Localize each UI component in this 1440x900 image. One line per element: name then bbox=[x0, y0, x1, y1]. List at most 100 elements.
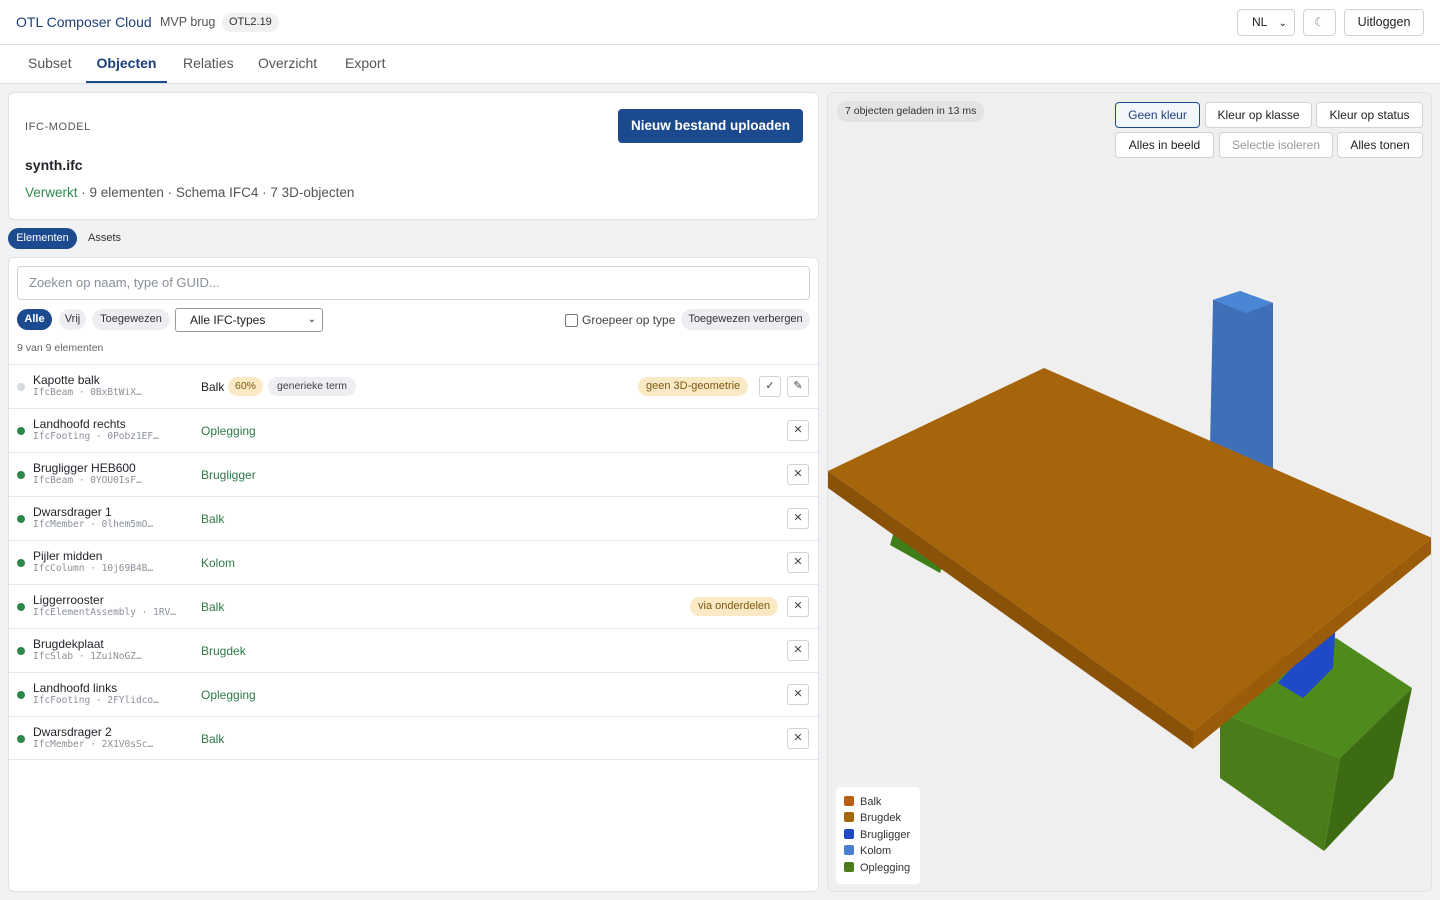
theme-toggle-button[interactable]: ☾ bbox=[1303, 9, 1336, 36]
ifc-type-select[interactable]: Alle IFC-types ⌄ bbox=[175, 308, 323, 332]
close-icon: ✕ bbox=[793, 688, 803, 700]
tab-export[interactable]: Export bbox=[345, 45, 385, 83]
legend-item-brugdek: Brugdek bbox=[844, 812, 901, 824]
processing-status: Verwerkt bbox=[25, 185, 78, 200]
remove-button[interactable]: ✕ bbox=[787, 508, 809, 529]
close-icon: ✕ bbox=[793, 512, 803, 524]
edit-button[interactable]: ✎ bbox=[787, 376, 809, 397]
element-name: Pijler midden bbox=[33, 549, 103, 563]
table-row[interactable]: Kapotte balk IfcBeam · 0BxBtWiX… Balk 60… bbox=[9, 364, 818, 408]
no-color-button[interactable]: Geen kleur bbox=[1115, 102, 1200, 128]
language-value: NL bbox=[1252, 15, 1268, 29]
element-name: Landhoofd links bbox=[33, 681, 118, 695]
search-input[interactable]: Zoeken op naam, type of GUID... bbox=[17, 266, 810, 300]
status-dot bbox=[17, 559, 25, 567]
legend-swatch bbox=[844, 862, 854, 872]
result-count: 9 van 9 elementen bbox=[17, 342, 104, 354]
remove-button[interactable]: ✕ bbox=[787, 420, 809, 441]
load-stats-badge: 7 objecten geladen in 13 ms bbox=[837, 101, 985, 122]
elements-list-card: Zoeken op naam, type of GUID... Alle Vri… bbox=[8, 257, 819, 892]
filter-assigned[interactable]: Toegewezen bbox=[92, 309, 170, 330]
chevron-down-icon: ⌄ bbox=[1278, 18, 1287, 29]
app-brand[interactable]: OTL Composer Cloud bbox=[16, 14, 152, 30]
legend-swatch bbox=[844, 829, 854, 839]
remove-button[interactable]: ✕ bbox=[787, 596, 809, 617]
table-row[interactable]: Brugdekplaat IfcSlab · 1ZuiNoGZ… Brugdek… bbox=[9, 628, 818, 672]
table-row[interactable]: Dwarsdrager 1 IfcMember · 0lhem5mO… Balk… bbox=[9, 496, 818, 540]
isolate-selection-button[interactable]: Selectie isoleren bbox=[1219, 132, 1333, 158]
element-type-guid: IfcMember · 2X1V0sSc… bbox=[33, 739, 154, 750]
main-tabs: Subset Objecten Relaties Overzicht Expor… bbox=[0, 45, 1440, 84]
pencil-icon: ✎ bbox=[793, 380, 803, 392]
status-dot bbox=[17, 383, 25, 391]
tab-relaties[interactable]: Relaties bbox=[183, 45, 234, 83]
fit-all-button[interactable]: Alles in beeld bbox=[1115, 132, 1214, 158]
remove-button[interactable]: ✕ bbox=[787, 684, 809, 705]
3d-scene[interactable] bbox=[828, 93, 1432, 892]
legend-label: Kolom bbox=[860, 845, 892, 857]
element-name: Liggerrooster bbox=[33, 593, 104, 607]
remove-button[interactable]: ✕ bbox=[787, 728, 809, 749]
legend-label: Oplegging bbox=[860, 862, 911, 874]
tab-overzicht[interactable]: Overzicht bbox=[258, 45, 317, 83]
close-icon: ✕ bbox=[793, 468, 803, 480]
filter-all[interactable]: Alle bbox=[17, 309, 52, 330]
status-dot bbox=[17, 603, 25, 611]
legend-item-balk: Balk bbox=[844, 796, 881, 808]
show-all-button[interactable]: Alles tonen bbox=[1337, 132, 1423, 158]
subtab-elementen[interactable]: Elementen bbox=[8, 228, 77, 249]
color-by-status-button[interactable]: Kleur op status bbox=[1316, 102, 1423, 128]
element-type-guid: IfcBeam · 0YOU0IsF… bbox=[33, 475, 142, 486]
file-meta: Verwerkt · 9 elementen · Schema IFC4 · 7… bbox=[25, 185, 354, 200]
remove-button[interactable]: ✕ bbox=[787, 464, 809, 485]
upload-file-button[interactable]: Nieuw bestand uploaden bbox=[618, 109, 803, 143]
element-name: Landhoofd rechts bbox=[33, 417, 126, 431]
3d-viewer[interactable]: 7 objecten geladen in 13 ms Geen kleur K… bbox=[827, 92, 1432, 892]
table-row[interactable]: Brugligger HEB600 IfcBeam · 0YOU0IsF… Br… bbox=[9, 452, 818, 496]
element-name: Brugligger HEB600 bbox=[33, 461, 136, 475]
element-type-guid: IfcFooting · 2FYlidco… bbox=[33, 695, 159, 706]
legend-item-brugligger: Brugligger bbox=[844, 829, 910, 841]
close-icon: ✕ bbox=[793, 424, 803, 436]
element-class: Brugligger bbox=[201, 468, 256, 482]
check-icon: ✓ bbox=[765, 380, 775, 392]
filter-free[interactable]: Vrij bbox=[59, 309, 86, 330]
legend-label: Brugligger bbox=[860, 829, 911, 841]
generic-term-badge: generieke term bbox=[268, 377, 357, 396]
table-row[interactable]: Dwarsdrager 2 IfcMember · 2X1V0sSc… Balk… bbox=[9, 716, 818, 760]
element-type-guid: IfcMember · 0lhem5mO… bbox=[33, 519, 154, 530]
tab-objecten[interactable]: Objecten bbox=[86, 45, 167, 83]
close-icon: ✕ bbox=[793, 600, 803, 612]
tab-subset[interactable]: Subset bbox=[28, 45, 72, 83]
status-dot bbox=[17, 735, 25, 743]
table-row[interactable]: Landhoofd rechts IfcFooting · 0Pobz1EF… … bbox=[9, 408, 818, 452]
close-icon: ✕ bbox=[793, 732, 803, 744]
chevron-down-icon: ⌄ bbox=[307, 314, 316, 325]
element-name: Dwarsdrager 2 bbox=[33, 725, 112, 739]
table-row[interactable]: Pijler midden IfcColumn · 10j69B4B… Kolo… bbox=[9, 540, 818, 584]
ifc-type-value: Alle IFC-types bbox=[190, 313, 266, 327]
accept-button[interactable]: ✓ bbox=[759, 376, 781, 397]
element-type-guid: IfcElementAssembly · 1RV… bbox=[33, 607, 176, 618]
language-select[interactable]: NL ⌄ bbox=[1237, 9, 1295, 36]
legend-item-kolom: Kolom bbox=[844, 845, 891, 857]
remove-button[interactable]: ✕ bbox=[787, 640, 809, 661]
element-type-guid: IfcColumn · 10j69B4B… bbox=[33, 563, 154, 574]
element-type-guid: IfcFooting · 0Pobz1EF… bbox=[33, 431, 159, 442]
table-row[interactable]: Landhoofd links IfcFooting · 2FYlidco… O… bbox=[9, 672, 818, 716]
file-details: · 9 elementen · Schema IFC4 · 7 3D-objec… bbox=[77, 185, 355, 200]
logout-button[interactable]: Uitloggen bbox=[1344, 9, 1424, 36]
ifc-model-card: IFC-MODEL Nieuw bestand uploaden synth.i… bbox=[8, 92, 819, 220]
color-by-class-button[interactable]: Kleur op klasse bbox=[1205, 102, 1312, 128]
table-row[interactable]: Liggerrooster IfcElementAssembly · 1RV… … bbox=[9, 584, 818, 628]
element-class: Balk bbox=[201, 732, 225, 746]
section-label: IFC-MODEL bbox=[25, 121, 91, 133]
legend-swatch bbox=[844, 796, 854, 806]
group-by-type-checkbox[interactable] bbox=[565, 314, 578, 327]
otl-version-badge: OTL2.19 bbox=[222, 13, 279, 32]
hide-assigned-button[interactable]: Toegewezen verbergen bbox=[681, 309, 810, 330]
remove-button[interactable]: ✕ bbox=[787, 552, 809, 573]
status-dot bbox=[17, 515, 25, 523]
subtab-assets[interactable]: Assets bbox=[81, 228, 128, 249]
status-dot bbox=[17, 471, 25, 479]
